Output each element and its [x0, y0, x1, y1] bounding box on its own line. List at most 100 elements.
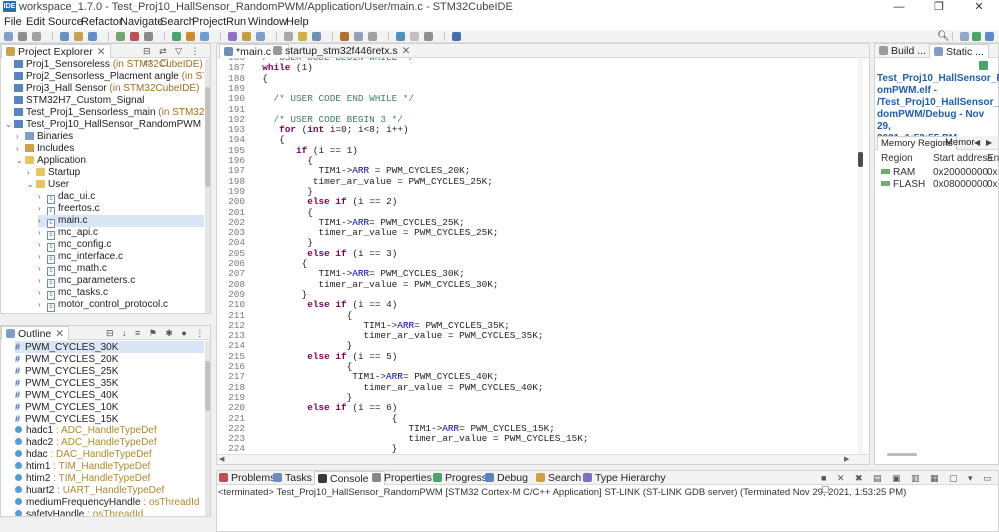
collapsed-chevron-icon[interactable]: › [38, 239, 47, 251]
explorer-scrollbar[interactable] [205, 59, 210, 313]
tree-item[interactable]: STM32H7_Custom_Signal [5, 95, 204, 107]
tree-item[interactable]: › Binaries [16, 131, 204, 143]
editor-hscrollbar[interactable]: ◀ ▶ [217, 454, 869, 464]
outline-item[interactable]: huart2 : UART_HandleTypeDef [15, 485, 204, 497]
code-editor[interactable]: 186 /* USER CODE BEGIN WHILE */187 while… [217, 58, 857, 454]
scroll-right-icon[interactable]: ▶ [844, 455, 849, 463]
tab-build-analyzer[interactable]: Build ... [875, 44, 930, 58]
editor-tab[interactable]: startup_stm32f446retx.s ✕ [269, 44, 414, 58]
tree-item[interactable]: Proj1_Sensoreless (in STM32CubeIDE) [5, 59, 204, 71]
toolbar-button-icon[interactable] [312, 32, 321, 41]
outline-item[interactable]: htim1 : TIM_HandleTypeDef [15, 461, 204, 473]
outline-item[interactable]: # PWM_CYCLES_35K [15, 377, 204, 389]
tree-item[interactable]: › c mc_interface.c [38, 251, 204, 264]
outline-item[interactable]: # PWM_CYCLES_15K [15, 413, 204, 425]
tab-properties[interactable]: Properties [372, 471, 432, 485]
search-icon[interactable]: 🔍︎ [937, 30, 950, 43]
restore-button[interactable]: ❐ [919, 0, 959, 14]
tree-item[interactable]: ⌄ User [27, 179, 204, 191]
toolbar-button-icon[interactable] [396, 32, 405, 41]
toolbar-button-icon[interactable] [242, 32, 251, 41]
toolbar-button-icon[interactable] [18, 32, 27, 41]
menu-project[interactable]: Project [192, 14, 226, 30]
toolbar-button-icon[interactable] [88, 32, 97, 41]
close-icon[interactable]: ✕ [55, 328, 64, 340]
tree-item[interactable]: Test_Proj1_Sensorless_main (in STM32Cube… [5, 107, 204, 119]
tab-outline[interactable]: Outline ✕ [1, 326, 70, 340]
menu-refactor[interactable]: Refactor [81, 14, 123, 30]
outline-item[interactable]: safetyHandle : osThreadId [15, 509, 204, 516]
menu-file[interactable]: File [4, 14, 22, 30]
hscroll-thumb[interactable] [887, 453, 917, 456]
tab-debug[interactable]: Debug [485, 471, 528, 485]
tab-problems[interactable]: Problems [219, 471, 275, 485]
outline-item[interactable]: hadc1 : ADC_HandleTypeDef [15, 425, 204, 437]
tab-progress[interactable]: Progress [433, 471, 487, 485]
tree-item[interactable]: › c mc_config.c [38, 239, 204, 252]
expanded-chevron-icon[interactable]: ⌄ [27, 179, 36, 191]
editor-scrollbar[interactable] [858, 58, 863, 454]
toolbar-button-icon[interactable] [228, 32, 237, 41]
tree-item[interactable]: › c motor_control_protocol.c [38, 299, 204, 312]
outline-item[interactable]: # PWM_CYCLES_10K [15, 401, 204, 413]
toolbar-button-icon[interactable] [130, 32, 139, 41]
outline-item[interactable]: # PWM_CYCLES_25K [15, 365, 204, 377]
menu-help[interactable]: Help [286, 14, 309, 30]
tab-search[interactable]: Search [536, 471, 581, 485]
close-icon[interactable]: ✕ [97, 46, 106, 58]
tab-static-stack[interactable]: Static ... [929, 44, 989, 58]
outline-item[interactable]: # PWM_CYCLES_40K [15, 389, 204, 401]
collapsed-chevron-icon[interactable]: › [16, 131, 25, 143]
collapsed-chevron-icon[interactable]: › [38, 227, 47, 239]
tree-item[interactable]: › Includes [16, 143, 204, 155]
cube-perspective-icon[interactable] [972, 32, 981, 41]
outline-item[interactable]: htim2 : TIM_HandleTypeDef [15, 473, 204, 485]
collapsed-chevron-icon[interactable]: › [38, 275, 47, 287]
tab-scroll-left-icon[interactable]: ◀ [974, 138, 980, 147]
toolbar-button-icon[interactable] [284, 32, 293, 41]
refresh-icon[interactable] [979, 61, 988, 70]
close-icon[interactable]: ✕ [402, 45, 411, 57]
collapsed-chevron-icon[interactable]: › [16, 143, 25, 155]
toolbar-button-icon[interactable] [60, 32, 69, 41]
collapsed-chevron-icon[interactable]: › [38, 203, 47, 215]
column-start-address[interactable]: Start address [933, 153, 992, 164]
memory-region-cell[interactable]: FLASH [881, 179, 925, 190]
open-perspective-icon[interactable] [960, 32, 969, 41]
tree-item[interactable]: ⌄ Test_Proj10_HallSensor_RandomPWM (in ST… [5, 119, 204, 131]
tab-tasks[interactable]: Tasks [273, 471, 312, 485]
toolbar-button-icon[interactable] [186, 32, 195, 41]
expanded-chevron-icon[interactable]: ⌄ [16, 155, 25, 167]
collapsed-chevron-icon[interactable]: › [38, 251, 47, 263]
column-end[interactable]: En [987, 153, 999, 164]
menu-navigate[interactable]: Navigate [120, 14, 163, 30]
column-region[interactable]: Region [881, 153, 913, 164]
toolbar-button-icon[interactable] [410, 32, 419, 41]
collapsed-chevron-icon[interactable]: › [38, 299, 47, 311]
toolbar-button-icon[interactable] [298, 32, 307, 41]
outline-item[interactable]: hadc2 : ADC_HandleTypeDef [15, 437, 204, 449]
toolbar-button-icon[interactable] [368, 32, 377, 41]
expanded-chevron-icon[interactable]: ⌄ [5, 119, 14, 131]
menu-window[interactable]: Window [248, 14, 287, 30]
collapsed-chevron-icon[interactable]: › [38, 263, 47, 275]
tree-item[interactable]: › c freertos.c [38, 203, 204, 216]
tree-item[interactable]: › c dac_ui.c [38, 191, 204, 204]
outline-item[interactable]: # PWM_CYCLES_30K [15, 341, 204, 353]
tree-item[interactable]: › Startup [27, 167, 204, 179]
toolbar-button-icon[interactable] [172, 32, 181, 41]
tree-item[interactable]: › c main.c [38, 215, 204, 228]
menu-source[interactable]: Source [48, 14, 83, 30]
tree-item[interactable]: › c mc_tasks.c [38, 287, 204, 300]
toolbar-button-icon[interactable] [200, 32, 209, 41]
outline-scrollbar[interactable] [205, 341, 210, 516]
toolbar-button-icon[interactable] [32, 32, 41, 41]
tree-item[interactable]: Proj3_Hall Sensor (in STM32CubeIDE) [5, 83, 204, 95]
menu-edit[interactable]: Edit [26, 14, 45, 30]
tree-item[interactable]: ⌄ Application [16, 155, 204, 167]
toolbar-button-icon[interactable] [74, 32, 83, 41]
outline-item[interactable]: hdac : DAC_HandleTypeDef [15, 449, 204, 461]
close-button[interactable]: ✕ [959, 0, 999, 14]
tab-scroll-right-icon[interactable]: ▶ [986, 138, 992, 147]
tab-type-hierarchy[interactable]: Type Hierarchy [583, 471, 666, 485]
